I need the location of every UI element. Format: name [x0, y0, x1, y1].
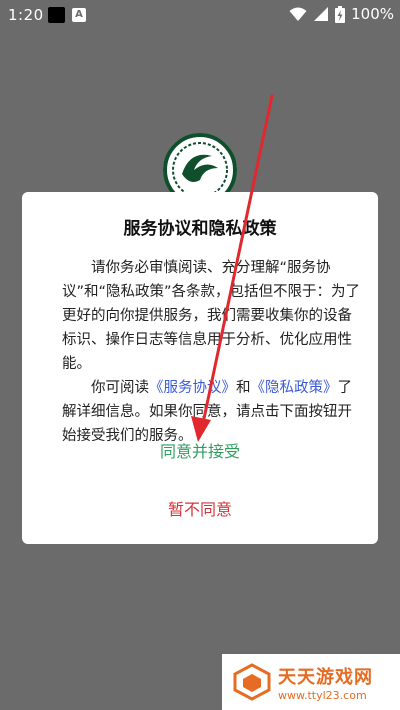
watermark: 天天游戏网 www.ttyl23.com — [222, 654, 400, 710]
status-right: 100% — [289, 5, 394, 23]
battery-percent: 100% — [351, 5, 394, 23]
status-time: 1:20 — [8, 6, 44, 24]
watermark-name: 天天游戏网 — [278, 666, 373, 688]
links-and-text: 和 — [236, 380, 251, 396]
screen: 1:20 A 100% 服务协议和隐私政策 请你务必审慎阅读、充分理解“服务协议… — [0, 0, 400, 710]
service-agreement-link[interactable]: 《服务协议》 — [149, 380, 236, 396]
dialog-body: 请你务必审慎阅读、充分理解“服务协议”和“隐私政策”各条款，包括但不限于：为了更… — [62, 256, 362, 448]
privacy-policy-link[interactable]: 《隐私政策》 — [251, 380, 338, 396]
watermark-logo-icon — [233, 663, 271, 701]
decline-button[interactable]: 暂不同意 — [22, 496, 378, 520]
watermark-url: www.ttyl23.com — [278, 688, 367, 702]
wifi-icon — [289, 7, 307, 21]
privacy-dialog: 服务协议和隐私政策 请你务必审慎阅读、充分理解“服务协议”和“隐私政策”各条款，… — [22, 192, 378, 544]
battery-icon — [335, 5, 346, 23]
accept-button[interactable]: 同意并接受 — [22, 438, 378, 462]
dialog-paragraph-terms: 请你务必审慎阅读、充分理解“服务协议”和“隐私政策”各条款，包括但不限于：为了更… — [62, 260, 361, 372]
status-bar: 1:20 A 100% — [0, 0, 400, 30]
links-prefix-text: 你可阅读 — [91, 380, 149, 396]
notification-square-icon — [48, 7, 65, 23]
dialog-title: 服务协议和隐私政策 — [123, 219, 277, 239]
watermark-text: 天天游戏网 www.ttyl23.com — [278, 663, 373, 702]
signal-icon — [314, 7, 329, 21]
a-notification-icon: A — [72, 8, 86, 22]
